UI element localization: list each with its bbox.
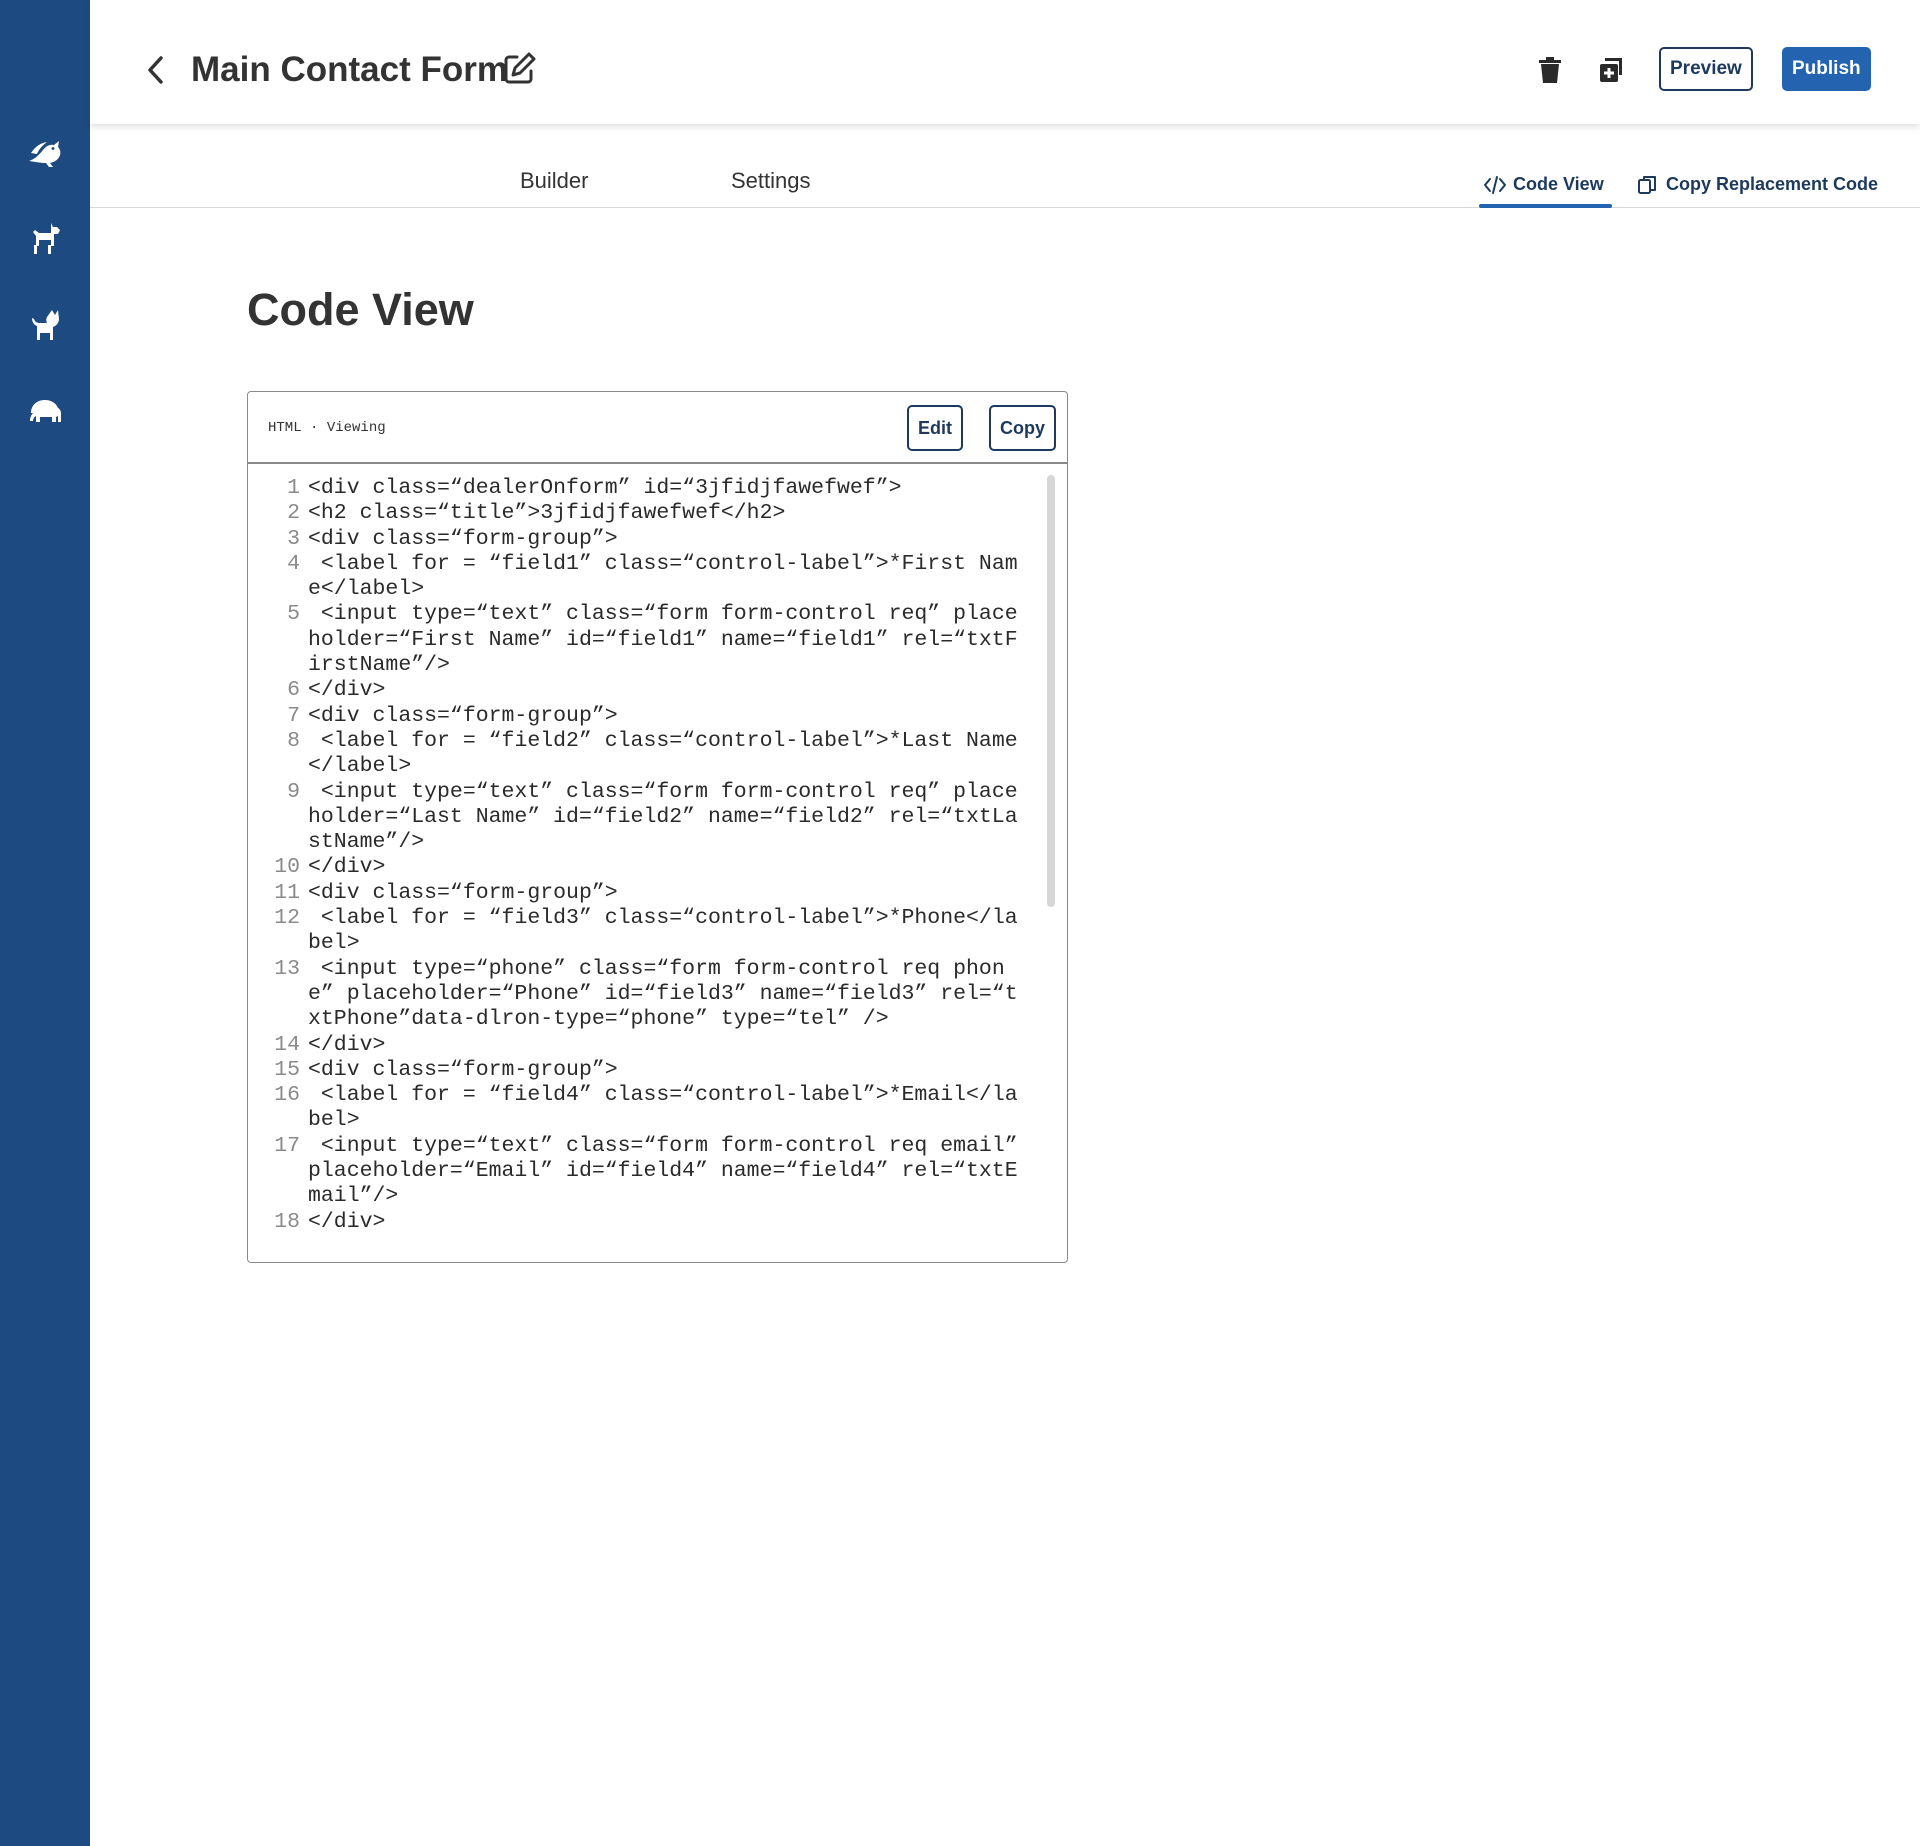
- code-icon: [1484, 175, 1506, 194]
- line-text: <div class=“form-group”>: [308, 1057, 618, 1082]
- code-scrollbar-thumb[interactable]: [1047, 475, 1055, 907]
- code-line: 8 <label for = “field2” class=“control-l…: [266, 729, 1026, 780]
- trash-icon: [1539, 57, 1561, 83]
- edit-code-button[interactable]: Edit: [907, 405, 963, 451]
- code-line: 13 <input type=“phone” class=“form form-…: [266, 957, 1026, 1033]
- line-number: 9: [287, 779, 300, 804]
- duplicate-button[interactable]: [1591, 50, 1631, 90]
- code-panel-header: HTML · Viewing Edit Copy: [248, 392, 1067, 464]
- top-bar: Main Contact Form Preview Publish: [90, 0, 1920, 124]
- code-line: 15 <div class=“form-group”>: [266, 1058, 1026, 1083]
- code-lines: 1 <div class=“dealerOnform” id=“3jfidjfaw…: [266, 476, 1026, 1235]
- sidebar-item-cat[interactable]: [22, 302, 68, 348]
- code-panel: HTML · Viewing Edit Copy 1 <div class=“de…: [247, 391, 1068, 1263]
- code-line: 7 <div class=“form-group”>: [266, 704, 1026, 729]
- line-number: 7: [287, 703, 300, 728]
- code-mode: Viewing: [326, 420, 386, 436]
- line-text: <label for = “field2” class=“control-lab…: [308, 728, 1018, 779]
- line-number: 1: [287, 476, 300, 500]
- sidebar-item-dog[interactable]: [22, 216, 68, 262]
- line-number: 5: [287, 602, 300, 627]
- code-meta: HTML · Viewing: [268, 420, 386, 436]
- line-number: 12: [274, 906, 300, 931]
- code-line: 12 <label for = “field3” class=“control-…: [266, 906, 1026, 957]
- preview-button[interactable]: Preview: [1659, 47, 1753, 91]
- code-line: 1 <div class=“dealerOnform” id=“3jfidjfaw…: [266, 476, 1026, 501]
- line-number: 13: [274, 956, 300, 981]
- tab-copy-replacement-code-label: Copy Replacement Code: [1666, 174, 1879, 194]
- line-number: 10: [274, 855, 300, 880]
- line-number: 4: [287, 551, 300, 576]
- code-scrollbar[interactable]: [1047, 475, 1055, 907]
- code-line: 5 <input type=“text” class=“form form-co…: [266, 602, 1026, 678]
- line-text: <div class=“form-group”>: [308, 880, 618, 905]
- code-line: 14 </div>: [266, 1033, 1026, 1058]
- tab-settings[interactable]: Settings: [731, 168, 811, 194]
- line-number: 2: [287, 501, 300, 526]
- page-title: Main Contact Form: [191, 50, 508, 89]
- active-tab-indicator: [1479, 204, 1612, 208]
- copy-icon: [1638, 175, 1656, 194]
- line-text: <input type=“text” class=“form form-cont…: [308, 602, 1018, 678]
- code-meta-separator: ·: [310, 420, 319, 436]
- line-text: <h2 class=“title”>3jfidjfawefwef</h2>: [308, 501, 786, 526]
- sidebar: [0, 0, 90, 1846]
- code-line: 3 <div class=“form-group”>: [266, 527, 1026, 552]
- code-line: 18 </div>: [266, 1210, 1026, 1235]
- dog-icon: [33, 223, 60, 254]
- line-text: </div>: [308, 1209, 386, 1234]
- code-line: 2 <h2 class=“title”>3jfidjfawefwef</h2>: [266, 501, 1026, 526]
- bird-icon: [29, 141, 61, 167]
- code-editor[interactable]: 1 <div class=“dealerOnform” id=“3jfidjfaw…: [248, 466, 1067, 1262]
- section-title: Code View: [247, 284, 474, 335]
- tab-code-view-label: Code View: [1513, 174, 1604, 194]
- line-text: <input type=“text” class=“form form-cont…: [308, 779, 1018, 855]
- line-text: <input type=“phone” class=“form form-con…: [308, 956, 1018, 1032]
- line-text: </div>: [308, 1032, 386, 1057]
- code-line: 6 </div>: [266, 678, 1026, 703]
- line-number: 17: [274, 1133, 300, 1158]
- code-line: 16 <label for = “field4” class=“control-…: [266, 1083, 1026, 1134]
- line-text: <label for = “field4” class=“control-lab…: [308, 1083, 1018, 1133]
- edit-icon: [504, 52, 536, 84]
- tab-copy-replacement-code[interactable]: Copy Replacement Code: [1636, 174, 1878, 195]
- copy-code-button[interactable]: Copy: [989, 405, 1056, 451]
- code-line: 4 <label for = “field1” class=“control-l…: [266, 552, 1026, 603]
- sidebar-item-bird[interactable]: [22, 130, 68, 176]
- publish-button[interactable]: Publish: [1782, 47, 1871, 91]
- line-number: 16: [274, 1083, 300, 1108]
- code-line: 10 </div>: [266, 855, 1026, 880]
- back-button[interactable]: [140, 48, 172, 92]
- tab-bar: Builder Settings Code View Copy Replacem…: [90, 124, 1920, 208]
- line-text: </div>: [308, 678, 386, 703]
- duplicate-icon: [1600, 58, 1622, 82]
- line-text: <div class=“form-group”>: [308, 526, 618, 551]
- code-line: 9 <input type=“text” class=“form form-co…: [266, 780, 1026, 856]
- line-text: <label for = “field1” class=“control-lab…: [308, 551, 1018, 602]
- delete-button[interactable]: [1530, 50, 1570, 90]
- line-text: <div class=“form-group”>: [308, 703, 618, 728]
- line-text: </div>: [308, 855, 386, 880]
- tab-builder[interactable]: Builder: [520, 168, 588, 194]
- line-number: 15: [274, 1057, 300, 1082]
- line-text: <div class=“dealerOnform” id=“3jfidjfawe…: [308, 476, 902, 500]
- code-line: 17 <input type=“text” class=“form form-c…: [266, 1134, 1026, 1210]
- code-language: HTML: [268, 420, 302, 436]
- chevron-left-icon: [148, 56, 163, 84]
- line-number: 11: [274, 880, 300, 905]
- line-number: 18: [274, 1209, 300, 1234]
- sidebar-item-elephant[interactable]: [22, 388, 68, 434]
- line-number: 14: [274, 1032, 300, 1057]
- line-number: 8: [287, 728, 300, 753]
- elephant-icon: [30, 400, 61, 422]
- tab-code-view[interactable]: Code View: [1483, 174, 1604, 195]
- cat-icon: [32, 310, 59, 340]
- line-text: <label for = “field3” class=“control-lab…: [308, 906, 1018, 956]
- line-text: <input type=“text” class=“form form-cont…: [308, 1133, 1031, 1209]
- line-number: 3: [287, 526, 300, 551]
- code-line: 11 <div class=“form-group”>: [266, 881, 1026, 906]
- line-number: 6: [287, 678, 300, 703]
- edit-title-button[interactable]: [502, 50, 542, 90]
